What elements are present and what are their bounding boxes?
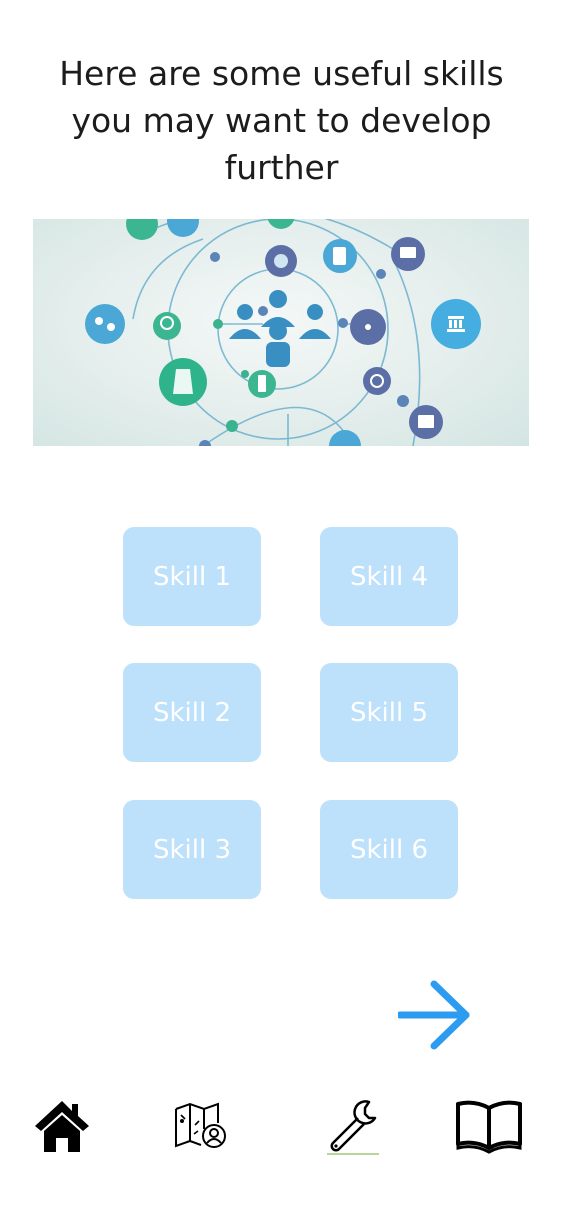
bottom-navigation — [0, 1090, 563, 1170]
map-search-icon — [175, 1102, 226, 1148]
skill-1-button[interactable]: Skill 1 — [123, 527, 261, 626]
open-book-icon — [456, 1100, 522, 1154]
skills-network-illustration — [33, 219, 529, 446]
skill-5-button[interactable]: Skill 5 — [320, 663, 458, 762]
skill-3-button[interactable]: Skill 3 — [123, 800, 261, 899]
skills-grid: Skill 1 Skill 2 Skill 3 Skill 4 Skill 5 … — [123, 527, 458, 899]
nav-tools[interactable] — [313, 1090, 393, 1162]
wrench-icon — [327, 1100, 379, 1155]
nav-home[interactable] — [22, 1090, 102, 1162]
nav-library[interactable] — [449, 1090, 529, 1162]
arrow-right-icon — [396, 980, 470, 1050]
page-title: Here are some useful skills you may want… — [59, 54, 504, 187]
skill-4-button[interactable]: Skill 4 — [320, 527, 458, 626]
home-icon — [35, 1101, 89, 1152]
nav-map[interactable] — [163, 1090, 243, 1162]
skill-2-button[interactable]: Skill 2 — [123, 663, 261, 762]
skill-6-button[interactable]: Skill 6 — [320, 800, 458, 899]
next-button[interactable] — [396, 978, 472, 1052]
